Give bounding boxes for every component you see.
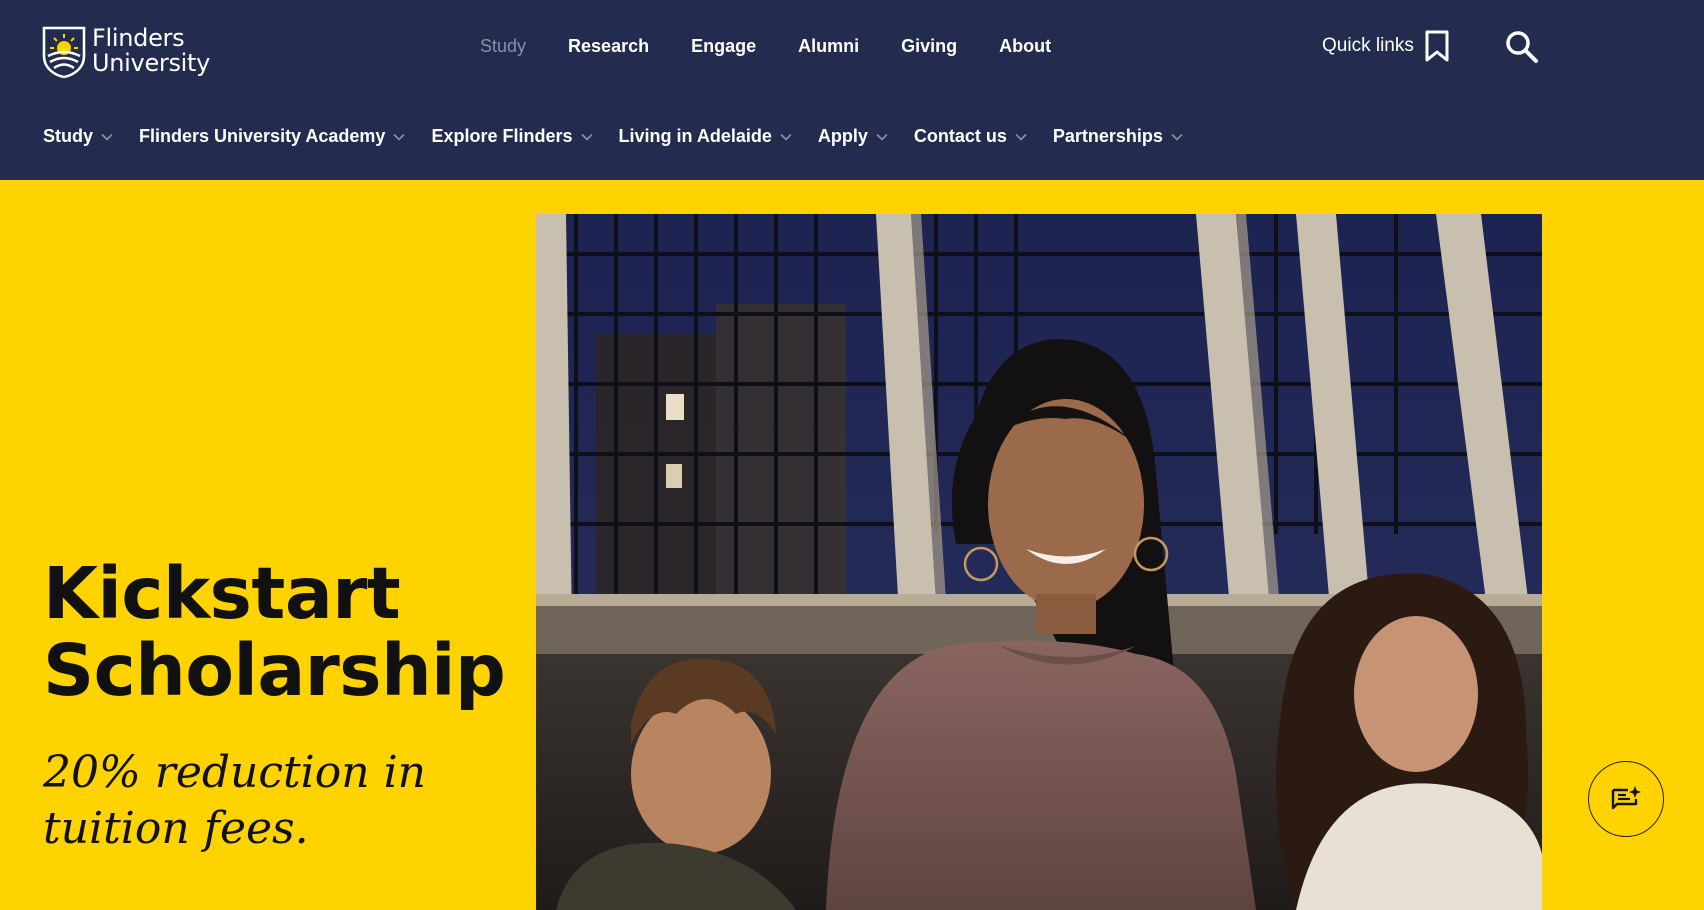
brand-line-2: University <box>92 49 211 77</box>
chevron-down-icon <box>580 133 593 141</box>
top-nav-engage[interactable]: Engage <box>691 36 756 57</box>
hero-title: Kickstart Scholarship <box>43 555 523 709</box>
top-nav-giving[interactable]: Giving <box>901 36 957 57</box>
sub-nav-label: Flinders University Academy <box>139 126 386 146</box>
chevron-down-icon <box>876 133 888 141</box>
flinders-logo[interactable]: Flinders University <box>42 26 210 78</box>
sub-nav-label: Explore Flinders <box>431 126 573 146</box>
top-nav-alumni[interactable]: Alumni <box>798 36 859 57</box>
sub-nav-apply[interactable]: Apply <box>818 126 888 147</box>
sub-nav-contact[interactable]: Contact us <box>914 126 1027 147</box>
top-nav-about[interactable]: About <box>999 36 1051 57</box>
hero-subtitle-line-2: tuition fees. <box>43 803 309 854</box>
sub-nav-label: Living in Adelaide <box>618 126 772 146</box>
site-header: Flinders University Study Research Engag… <box>0 0 1704 180</box>
quick-links-label: Quick links <box>1322 35 1414 56</box>
sub-nav-label: Contact us <box>913 126 1007 146</box>
sub-nav-label: Study <box>43 126 94 146</box>
top-nav-research[interactable]: Research <box>568 36 649 57</box>
hero-subtitle: 20% reduction in tuition fees. <box>43 745 523 857</box>
hero-title-line-2: Scholarship <box>43 629 506 712</box>
chevron-down-icon <box>393 133 406 141</box>
chevron-down-icon <box>780 133 792 141</box>
chevron-down-icon <box>101 133 113 141</box>
sub-nav-explore[interactable]: Explore Flinders <box>431 126 593 147</box>
students-photo-illustration <box>536 214 1542 910</box>
bookmark-icon <box>1425 30 1449 62</box>
chevron-down-icon <box>1015 133 1027 141</box>
feedback-sparkle-icon <box>1611 786 1641 810</box>
search-button[interactable] <box>1505 30 1539 64</box>
hero-photo-students <box>536 214 1542 910</box>
sub-nav-label: Apply <box>817 126 868 146</box>
hero-subtitle-line-1: 20% reduction in <box>43 747 426 798</box>
sub-nav-study[interactable]: Study <box>43 126 113 147</box>
sub-nav-living[interactable]: Living in Adelaide <box>619 126 792 147</box>
sub-nav-label: Partnerships <box>1052 126 1163 146</box>
search-icon <box>1506 31 1538 63</box>
section-nav: Study Flinders University Academy Explor… <box>43 126 1209 147</box>
brand-line-1: Flinders <box>92 24 185 52</box>
primary-nav: Study Research Engage Alumni Giving Abou… <box>480 36 1093 57</box>
hero-text: Kickstart Scholarship 20% reduction in t… <box>43 555 523 857</box>
quick-links-button[interactable]: Quick links <box>1322 30 1450 62</box>
hero-title-line-1: Kickstart <box>43 552 401 635</box>
feedback-button[interactable] <box>1588 761 1664 837</box>
chevron-down-icon <box>1171 133 1183 141</box>
sub-nav-partnerships[interactable]: Partnerships <box>1053 126 1183 147</box>
university-crest-icon <box>42 26 86 78</box>
brand-wordmark: Flinders University <box>92 26 210 76</box>
sub-nav-academy[interactable]: Flinders University Academy <box>139 126 406 147</box>
top-nav-study[interactable]: Study <box>480 36 526 57</box>
